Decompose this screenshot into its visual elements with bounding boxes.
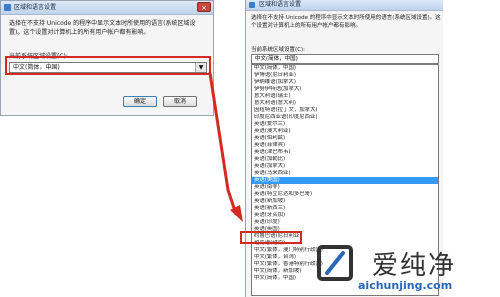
region-settings-dialog-left: 区域和语言设置 × 选择在不支持 Unicode 的程序中显示文本时所使用的语言… — [0, 0, 214, 116]
annotation-highlight-box — [5, 56, 211, 75]
list-item[interactable]: 英语(印度) — [252, 219, 438, 226]
dialog-description: 选择在不支持 Unicode 的程序中显示文本时所使用的语言(系统区域设置)。这… — [251, 15, 441, 29]
brand-logo-icon — [317, 245, 353, 281]
list-item[interactable]: 英语(南非) — [252, 184, 438, 191]
list-item[interactable]: 英语(马来西亚) — [252, 170, 438, 177]
list-item[interactable]: 英语(牙买加) — [252, 212, 438, 219]
list-item[interactable]: 意大利语(意大利) — [252, 100, 438, 107]
list-item[interactable]: 英语(伯利兹) — [252, 135, 438, 142]
brand-name: 爱纯净 — [372, 251, 457, 281]
list-item[interactable]: 伊博语(尼日利亚) — [252, 72, 438, 79]
system-locale-select[interactable]: 中文(简体，中国) — [251, 54, 439, 64]
list-item[interactable]: 英语(菲律宾) — [252, 142, 438, 149]
list-item[interactable]: 英语(加拿大) — [252, 163, 438, 170]
dialog-title: 区域和语言设置 — [259, 1, 302, 8]
system-locale-value: 中文(简体，中国) — [255, 56, 298, 62]
ok-button[interactable]: 确定 — [123, 96, 157, 107]
list-item[interactable]: 英语(爱尔兰) — [252, 121, 438, 128]
brand-url: aichunjing.com — [358, 279, 453, 292]
list-item[interactable]: 印度尼西亚语(印度尼西亚) — [252, 114, 438, 121]
dialog-titlebar: 区域和语言设置 × — [1, 1, 213, 15]
dialog-title: 区域和语言设置 — [14, 4, 57, 11]
system-locale-label: 当前系统区域设置(C): — [251, 47, 305, 53]
list-item[interactable]: 英语(特立尼达和多巴哥) — [252, 191, 438, 198]
annotation-highlight-box — [240, 231, 302, 244]
list-item[interactable]: 英语(加勒比) — [252, 156, 438, 163]
list-item[interactable]: 英语(美国) — [252, 177, 438, 184]
list-item[interactable]: 英语(新西兰) — [252, 205, 438, 212]
list-item[interactable]: 中文(简体，中国) — [252, 65, 438, 72]
dialog-titlebar: 区域和语言设置 — [246, 0, 443, 11]
globe-icon — [4, 4, 11, 11]
globe-icon — [249, 2, 255, 8]
list-item[interactable]: 因纽特语(拉丁文，加拿大) — [252, 107, 438, 114]
cancel-button[interactable]: 取消 — [163, 96, 197, 107]
list-item[interactable]: 英语(津巴布韦) — [252, 149, 438, 156]
list-item[interactable]: 伊努伊特语(加拿大) — [252, 86, 438, 93]
dialog-description: 选择在不支持 Unicode 的程序中显示文本时所使用的语言(系统区域设置)。这… — [9, 20, 196, 36]
list-item[interactable]: 英语(澳大利亚) — [252, 128, 438, 135]
list-item[interactable]: 伊纳维语(加拿大) — [252, 79, 438, 86]
screenshot-canvas: 区域和语言设置 × 选择在不支持 Unicode 的程序中显示文本时所使用的语言… — [0, 0, 500, 297]
list-item[interactable]: 英语(新加坡) — [252, 198, 438, 205]
close-button[interactable]: × — [197, 2, 211, 12]
list-item[interactable]: 意大利语(瑞士) — [252, 93, 438, 100]
